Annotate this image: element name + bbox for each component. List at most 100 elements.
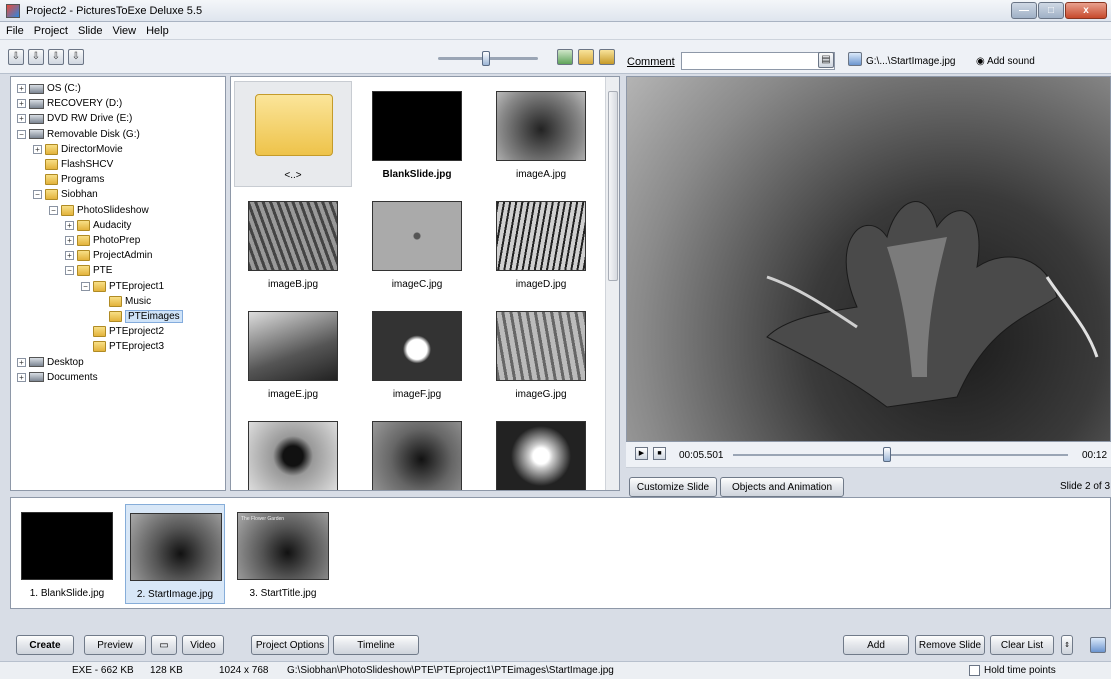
stop-icon[interactable]: ■ bbox=[653, 447, 666, 460]
tree-favorites-icon[interactable]: ⇩ bbox=[48, 49, 64, 65]
collapse-icon[interactable]: − bbox=[65, 266, 74, 276]
menu-slide[interactable]: Slide bbox=[78, 25, 102, 37]
thumbnail-label: BlankSlide.jpg bbox=[382, 169, 452, 180]
tree-item[interactable]: PTEimages bbox=[97, 309, 183, 324]
tree-view-alt-icon[interactable]: ⇩ bbox=[28, 49, 44, 65]
thumbnail-item[interactable]: imageG.jpg bbox=[482, 301, 600, 407]
tree-item[interactable]: + PhotoPrep bbox=[65, 233, 140, 248]
tree-item-label: Audacity bbox=[93, 219, 132, 231]
open-folder-icon[interactable] bbox=[578, 49, 594, 65]
expand-icon[interactable]: + bbox=[65, 251, 74, 261]
expand-icon[interactable]: + bbox=[17, 84, 26, 93]
expand-icon[interactable]: + bbox=[65, 220, 74, 230]
collapse-icon[interactable]: − bbox=[33, 190, 42, 200]
tree-item[interactable]: Music bbox=[97, 294, 151, 309]
current-image-path[interactable]: G:\...\StartImage.jpg bbox=[866, 56, 955, 67]
expand-icon[interactable]: + bbox=[33, 144, 42, 154]
comment-template-icon[interactable]: ▤ bbox=[818, 52, 834, 68]
tree-item[interactable]: + OS (C:) bbox=[17, 81, 81, 96]
thumbnail-size-thumb[interactable] bbox=[482, 51, 490, 66]
tree-item[interactable]: + Audacity bbox=[65, 218, 131, 233]
comment-input[interactable] bbox=[681, 52, 835, 70]
tree-item-label: Music bbox=[125, 295, 152, 307]
menu-file[interactable]: File bbox=[6, 25, 24, 37]
tree-item[interactable]: − PTE bbox=[65, 263, 112, 278]
tree-item[interactable]: PTEproject2 bbox=[81, 324, 164, 339]
slide-item[interactable]: 2. StartImage.jpg bbox=[125, 504, 225, 604]
hold-time-points-checkbox[interactable] bbox=[969, 665, 980, 676]
slide-item[interactable]: 1. BlankSlide.jpg bbox=[17, 504, 117, 604]
expand-icon[interactable]: + bbox=[17, 372, 26, 382]
expand-icon[interactable]: + bbox=[17, 114, 26, 124]
add-button[interactable]: Add bbox=[843, 635, 909, 655]
tree-item[interactable]: + Documents bbox=[17, 370, 98, 385]
thumbnail-item[interactable]: imageA.jpg bbox=[482, 81, 600, 187]
slide-preview[interactable] bbox=[626, 76, 1111, 442]
thumbnail-item[interactable]: imageI.jpg bbox=[358, 411, 476, 490]
usb-drive-icon bbox=[29, 129, 44, 140]
tree-view-icon[interactable]: ⇩ bbox=[8, 49, 24, 65]
tree-refresh-icon[interactable]: ⇩ bbox=[68, 49, 84, 65]
fullscreen-preview-button[interactable]: ▭ bbox=[151, 635, 177, 655]
collapse-icon[interactable]: − bbox=[17, 129, 26, 139]
thumbnail-item[interactable]: imageC.jpg bbox=[358, 191, 476, 297]
tree-item[interactable]: + ProjectAdmin bbox=[65, 248, 152, 263]
folder-icon bbox=[77, 250, 90, 262]
objects-animation-button[interactable]: Objects and Animation bbox=[720, 477, 844, 497]
expand-icon[interactable]: + bbox=[17, 357, 26, 367]
tree-item-label: Desktop bbox=[47, 356, 84, 368]
tree-item[interactable]: − Removable Disk (G:) bbox=[17, 127, 140, 142]
remove-slide-button[interactable]: Remove Slide bbox=[915, 635, 985, 655]
preview-button[interactable]: Preview bbox=[84, 635, 146, 655]
video-button[interactable]: Video bbox=[182, 635, 224, 655]
thumbnail-item[interactable]: <..> bbox=[234, 81, 352, 187]
tree-item[interactable]: + DirectorMovie bbox=[33, 142, 123, 157]
clear-list-button[interactable]: Clear List bbox=[990, 635, 1054, 655]
thumbnails-scrollbar[interactable] bbox=[605, 77, 619, 490]
menu-view[interactable]: View bbox=[112, 25, 136, 37]
create-button[interactable]: Create bbox=[16, 635, 74, 655]
thumbnail-item[interactable]: imageE.jpg bbox=[234, 301, 352, 407]
sort-spinner[interactable]: ⇕ bbox=[1061, 635, 1073, 655]
thumbnail-item[interactable]: BlankSlide.jpg bbox=[358, 81, 476, 187]
tree-item[interactable]: − PhotoSlideshow bbox=[49, 203, 149, 218]
slide-item[interactable]: The Flower Garden 3. StartTitle.jpg bbox=[233, 504, 333, 604]
collapse-icon[interactable]: − bbox=[81, 281, 90, 291]
playback-thumb[interactable] bbox=[883, 447, 892, 462]
add-sound-button[interactable]: ◉ Add sound bbox=[976, 56, 1035, 67]
menu-project[interactable]: Project bbox=[34, 25, 68, 37]
scrollbar-thumb[interactable] bbox=[608, 91, 618, 281]
thumbnail-item[interactable]: imageF.jpg bbox=[358, 301, 476, 407]
tree-item[interactable]: PTEproject3 bbox=[81, 339, 164, 354]
timeline-button[interactable]: Timeline bbox=[333, 635, 419, 655]
project-options-button[interactable]: Project Options bbox=[251, 635, 329, 655]
minimize-button[interactable]: — bbox=[1011, 2, 1037, 19]
expand-icon[interactable]: + bbox=[17, 99, 26, 109]
tree-item[interactable]: − PTEproject1 bbox=[81, 279, 164, 294]
thumbnail-item[interactable]: imageD.jpg bbox=[482, 191, 600, 297]
tree-item[interactable]: Programs bbox=[33, 172, 104, 187]
customize-slide-button[interactable]: Customize Slide bbox=[629, 477, 717, 497]
menu-help[interactable]: Help bbox=[146, 25, 169, 37]
tree-item[interactable]: + RECOVERY (D:) bbox=[17, 96, 122, 111]
tree-item[interactable]: + Desktop bbox=[17, 355, 84, 370]
tree-item-label: ProjectAdmin bbox=[93, 250, 153, 262]
folder-tree[interactable]: + OS (C:) + RECOVERY (D:) + DVD RW Drive (E:)… bbox=[10, 76, 226, 491]
expand-icon[interactable]: + bbox=[65, 236, 74, 245]
thumbnail-item[interactable]: imageB.jpg bbox=[234, 191, 352, 297]
thumbnail-item[interactable]: imageK.jpg bbox=[482, 411, 600, 490]
playback-slider[interactable] bbox=[733, 454, 1068, 456]
maximize-button[interactable]: □ bbox=[1038, 2, 1064, 19]
slide-view-icon[interactable] bbox=[1090, 637, 1106, 653]
collapse-icon[interactable]: − bbox=[49, 205, 58, 215]
folder-up-icon[interactable] bbox=[599, 49, 615, 65]
tree-item[interactable]: FlashSHCV bbox=[33, 157, 113, 172]
thumbnail-item[interactable]: imageH.jpg bbox=[234, 411, 352, 490]
play-icon[interactable]: ▶ bbox=[635, 447, 648, 460]
tree-item[interactable]: − Siobhan bbox=[33, 187, 98, 202]
close-button[interactable]: x bbox=[1065, 2, 1107, 19]
file-thumbnails[interactable]: <..> BlankSlide.jpg imageA.jpg imageB.jpg im… bbox=[230, 76, 620, 491]
thumbnail-view-icon[interactable] bbox=[557, 49, 573, 65]
slide-list[interactable]: 1. BlankSlide.jpg 2. StartImage.jpg The Fl… bbox=[10, 497, 1111, 609]
tree-item[interactable]: + DVD RW Drive (E:) bbox=[17, 111, 132, 126]
